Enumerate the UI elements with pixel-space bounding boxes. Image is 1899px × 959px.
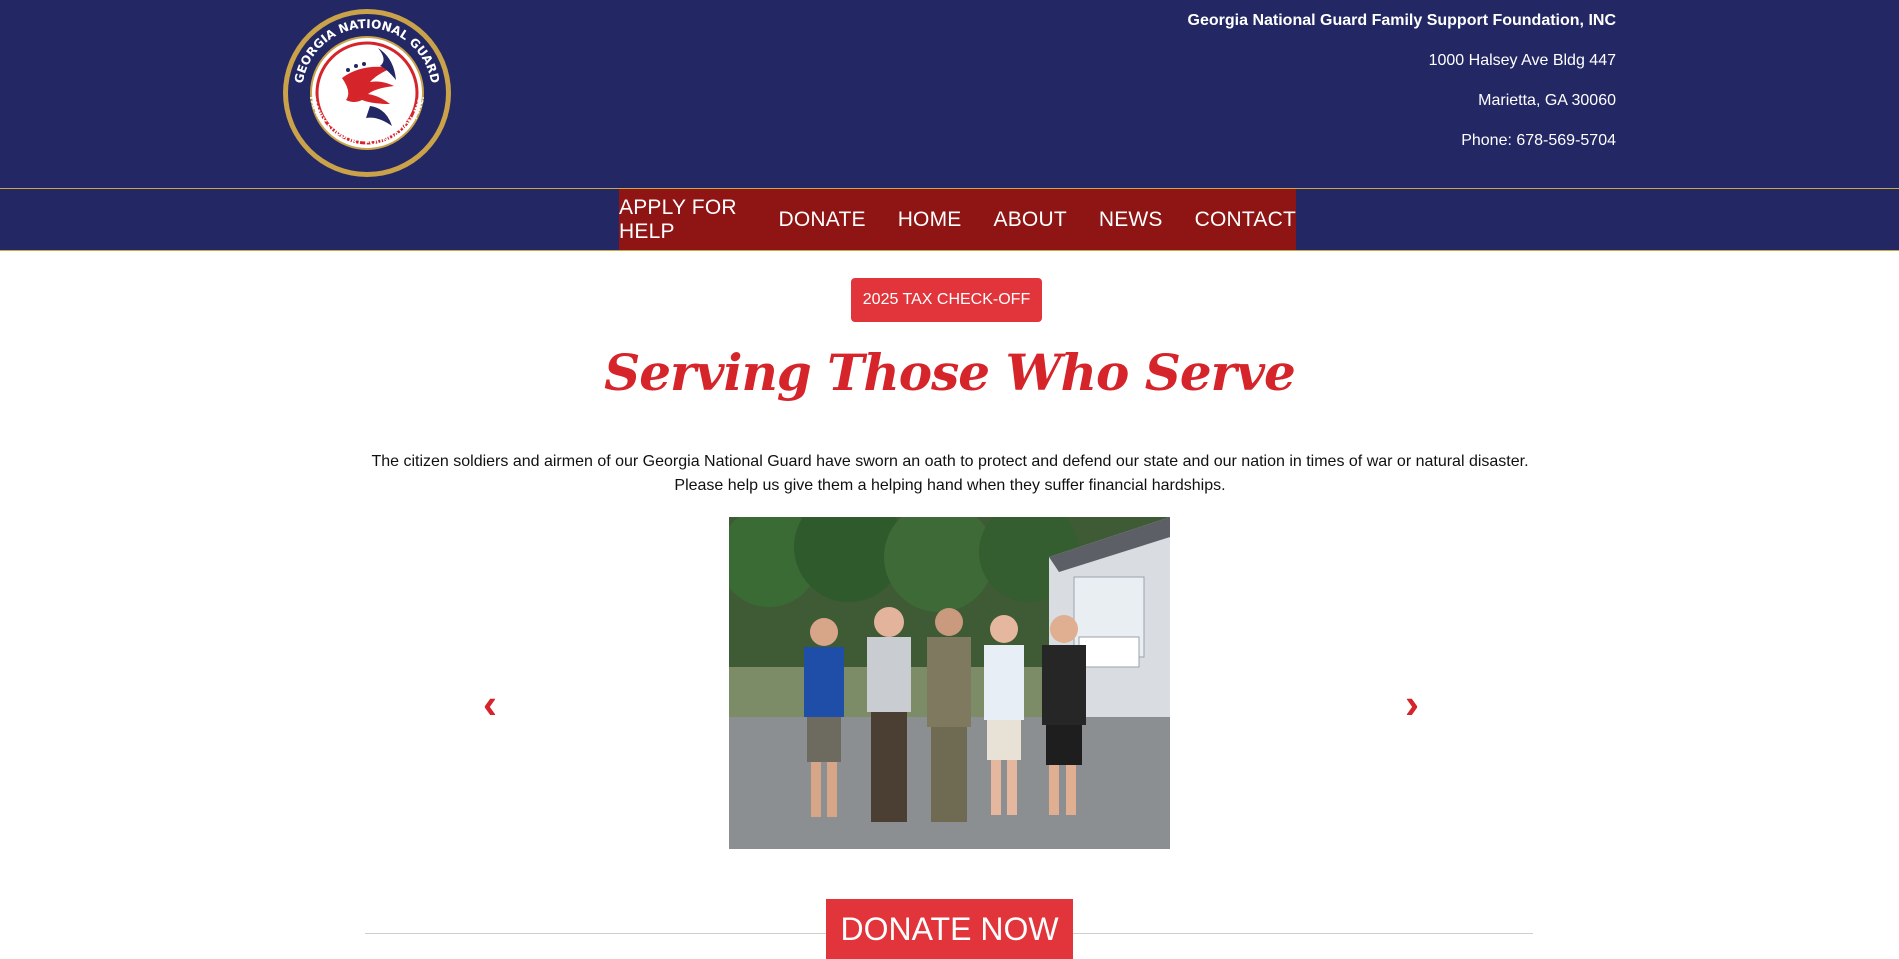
nav-contact[interactable]: CONTACT <box>1195 208 1296 232</box>
donate-now-button[interactable]: DONATE NOW <box>826 899 1073 959</box>
intro-line-1: The citizen soldiers and airmen of our G… <box>371 453 1529 470</box>
carousel-next-arrow[interactable]: › <box>1397 680 1427 728</box>
main-navbar: APPLY FOR HELP DONATE HOME ABOUT NEWS CO… <box>0 189 1899 250</box>
address-line-2: Marietta, GA 30060 <box>1478 92 1616 109</box>
main-nav-menu: APPLY FOR HELP DONATE HOME ABOUT NEWS CO… <box>619 189 1296 250</box>
nav-news[interactable]: NEWS <box>1099 208 1163 232</box>
intro-text: The citizen soldiers and airmen of our G… <box>350 450 1550 498</box>
nav-home[interactable]: HOME <box>898 208 962 232</box>
carousel-prev-arrow[interactable]: ‹ <box>475 680 505 728</box>
nav-apply-for-help[interactable]: APPLY FOR HELP <box>619 196 747 244</box>
nav-about[interactable]: ABOUT <box>994 208 1067 232</box>
nav-donate[interactable]: DONATE <box>779 208 866 232</box>
carousel-slide-image <box>729 517 1170 849</box>
tax-check-off-button[interactable]: 2025 TAX CHECK-OFF <box>851 278 1042 322</box>
foundation-logo[interactable]: GEORGIA NATIONAL GUARD FAMILY SUPPORT FO… <box>282 8 452 178</box>
intro-line-2: Please help us give them a helping hand … <box>674 477 1226 494</box>
group-photo <box>729 517 1170 849</box>
phone-number[interactable]: Phone: 678-569-5704 <box>1188 130 1616 170</box>
org-name: Georgia National Guard Family Support Fo… <box>1187 12 1616 29</box>
nav-bottom-border <box>0 250 1899 251</box>
site-header: GEORGIA NATIONAL GUARD FAMILY SUPPORT FO… <box>0 0 1899 188</box>
address-line-1: 1000 Halsey Ave Bldg 447 <box>1428 52 1616 69</box>
page-headline: Serving Those Who Serve <box>604 343 1296 402</box>
contact-info: Georgia National Guard Family Support Fo… <box>1188 10 1616 170</box>
